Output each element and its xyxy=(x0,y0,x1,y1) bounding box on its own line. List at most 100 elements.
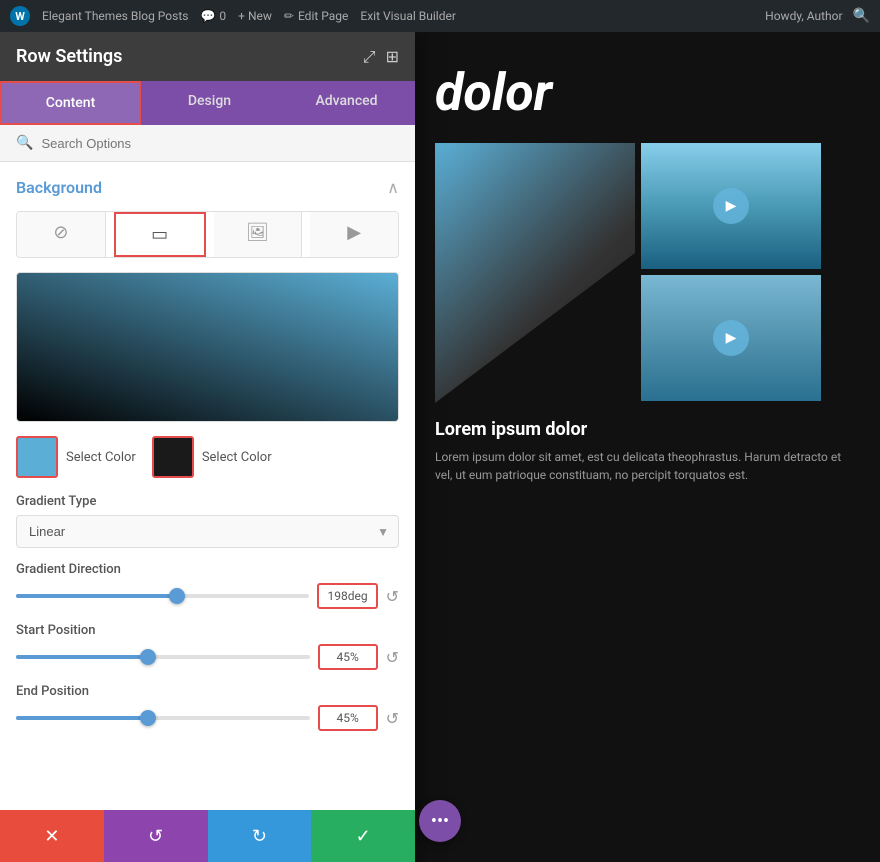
search-bar: 🔍 xyxy=(0,125,415,162)
color-picker-2: Select Color xyxy=(152,436,272,478)
site-name[interactable]: Elegant Themes Blog Posts xyxy=(42,9,188,23)
end-position-track[interactable] xyxy=(16,716,310,720)
text-block: Lorem ipsum dolor Lorem ipsum dolor sit … xyxy=(415,403,880,500)
bg-type-none[interactable]: ⊘ xyxy=(17,212,106,257)
edit-page-label: Edit Page xyxy=(298,9,348,23)
gradient-direction-thumb[interactable] xyxy=(169,588,185,604)
end-position-row: End Position 45% ↺ xyxy=(16,684,399,731)
tab-design[interactable]: Design xyxy=(141,81,278,125)
comment-icon: 💬 xyxy=(200,9,215,23)
expand-icon[interactable]: ⤢ xyxy=(363,47,376,67)
site-name-label: Elegant Themes Blog Posts xyxy=(42,9,188,23)
end-position-value[interactable]: 45% xyxy=(318,705,378,731)
gradient-direction-value[interactable]: 198deg xyxy=(317,583,377,609)
new-label: + New xyxy=(238,9,272,23)
color-label-1: Select Color xyxy=(66,450,136,465)
start-position-row: Start Position 45% ↺ xyxy=(16,623,399,670)
end-position-control: 45% ↺ xyxy=(16,705,399,731)
redo-button[interactable]: ↻ xyxy=(208,810,312,862)
start-position-thumb[interactable] xyxy=(140,649,156,665)
images-grid: ▶ ▶ xyxy=(415,143,880,403)
gradient-type-label: Gradient Type xyxy=(16,494,399,509)
color-picker-1: Select Color xyxy=(16,436,136,478)
tab-content[interactable]: Content xyxy=(0,81,141,125)
search-icon[interactable]: 🔍 xyxy=(853,8,870,24)
redo-icon: ↻ xyxy=(252,826,267,847)
start-position-track[interactable] xyxy=(16,655,310,659)
undo-icon: ↺ xyxy=(148,826,163,847)
color-label-2: Select Color xyxy=(202,450,272,465)
gradient-preview xyxy=(16,272,399,422)
howdy-label: Howdy, Author xyxy=(765,9,842,23)
tab-content-label: Content xyxy=(46,95,96,111)
gradient-type-select[interactable]: Linear Radial xyxy=(16,515,399,548)
gradient-type-field: Gradient Type Linear Radial ▼ xyxy=(16,494,399,548)
end-position-thumb[interactable] xyxy=(140,710,156,726)
float-menu-button[interactable]: ••• xyxy=(419,800,461,842)
start-position-fill xyxy=(16,655,148,659)
wp-icon: W xyxy=(10,6,30,26)
card-title: Lorem ipsum dolor xyxy=(435,419,860,440)
start-position-label: Start Position xyxy=(16,623,399,638)
triangle-overlay xyxy=(435,253,635,403)
panel-title: Row Settings xyxy=(16,46,122,67)
left-image xyxy=(435,143,635,403)
right-images: ▶ ▶ xyxy=(641,143,821,403)
gradient-direction-track[interactable] xyxy=(16,594,309,598)
video-bg-icon: ▶ xyxy=(347,222,361,243)
color-swatch-2[interactable] xyxy=(152,436,194,478)
pencil-icon: ✏ xyxy=(284,9,294,23)
tab-advanced[interactable]: Advanced xyxy=(278,81,415,125)
gradient-direction-label: Gradient Direction xyxy=(16,562,399,577)
no-bg-icon: ⊘ xyxy=(53,222,68,243)
admin-bar-right: Howdy, Author 🔍 xyxy=(765,8,870,24)
panel-tabs: Content Design Advanced xyxy=(0,81,415,125)
gradient-type-select-wrapper: Linear Radial ▼ xyxy=(16,515,399,548)
cancel-button[interactable]: ✕ xyxy=(0,810,104,862)
color-pickers-row: Select Color Select Color xyxy=(16,436,399,478)
start-position-value[interactable]: 45% xyxy=(318,644,378,670)
exit-builder-link[interactable]: Exit Visual Builder xyxy=(360,9,456,23)
end-position-label: End Position xyxy=(16,684,399,699)
panel-body: Background ∧ ⊘ ▭ 🖼 ▶ xyxy=(0,162,415,810)
edit-page-link[interactable]: ✏ Edit Page xyxy=(284,9,349,23)
page-background: dolor ▶ ▶ Lorem ipsum dolor Lorem ipsum … xyxy=(0,32,880,862)
bg-type-gradient[interactable]: ▭ xyxy=(114,212,206,257)
columns-icon[interactable]: ⊞ xyxy=(386,47,399,67)
comment-count: 0 xyxy=(219,9,226,23)
panel-header: Row Settings ⤢ ⊞ xyxy=(0,32,415,81)
panel-header-icons: ⤢ ⊞ xyxy=(363,47,399,67)
gradient-bg-icon: ▭ xyxy=(151,224,168,245)
gradient-direction-control: 198deg ↺ xyxy=(16,583,399,609)
admin-bar: W Elegant Themes Blog Posts 💬 0 + New ✏ … xyxy=(0,0,880,32)
card-body: Lorem ipsum dolor sit amet, est cu delic… xyxy=(435,448,860,484)
search-input[interactable] xyxy=(41,136,399,151)
section-toggle-background[interactable]: ∧ xyxy=(387,178,399,197)
end-position-fill xyxy=(16,716,148,720)
color-swatch-1[interactable] xyxy=(16,436,58,478)
save-icon: ✓ xyxy=(356,826,371,847)
start-position-control: 45% ↺ xyxy=(16,644,399,670)
undo-button[interactable]: ↺ xyxy=(104,810,208,862)
save-button[interactable]: ✓ xyxy=(311,810,415,862)
gradient-direction-reset[interactable]: ↺ xyxy=(386,587,399,606)
bg-type-video[interactable]: ▶ xyxy=(310,212,398,257)
gradient-direction-fill xyxy=(16,594,177,598)
image-bg-icon: 🖼 xyxy=(246,222,269,243)
gradient-direction-row: Gradient Direction 198deg ↺ xyxy=(16,562,399,609)
play-button-top[interactable]: ▶ xyxy=(713,188,749,224)
row-settings-panel: Row Settings ⤢ ⊞ Content Design Advanced… xyxy=(0,32,415,862)
end-position-reset[interactable]: ↺ xyxy=(386,709,399,728)
tab-design-label: Design xyxy=(188,93,231,109)
exit-builder-label: Exit Visual Builder xyxy=(360,9,456,23)
play-button-bottom[interactable]: ▶ xyxy=(713,320,749,356)
bg-type-image[interactable]: 🖼 xyxy=(214,212,303,257)
new-link[interactable]: + New xyxy=(238,9,272,23)
section-title-background: Background xyxy=(16,178,102,197)
hero-text: dolor xyxy=(415,32,880,143)
image-bottom: ▶ xyxy=(641,275,821,401)
comments-link[interactable]: 💬 0 xyxy=(200,9,226,23)
search-icon: 🔍 xyxy=(16,135,33,151)
tab-advanced-label: Advanced xyxy=(315,93,377,109)
start-position-reset[interactable]: ↺ xyxy=(386,648,399,667)
